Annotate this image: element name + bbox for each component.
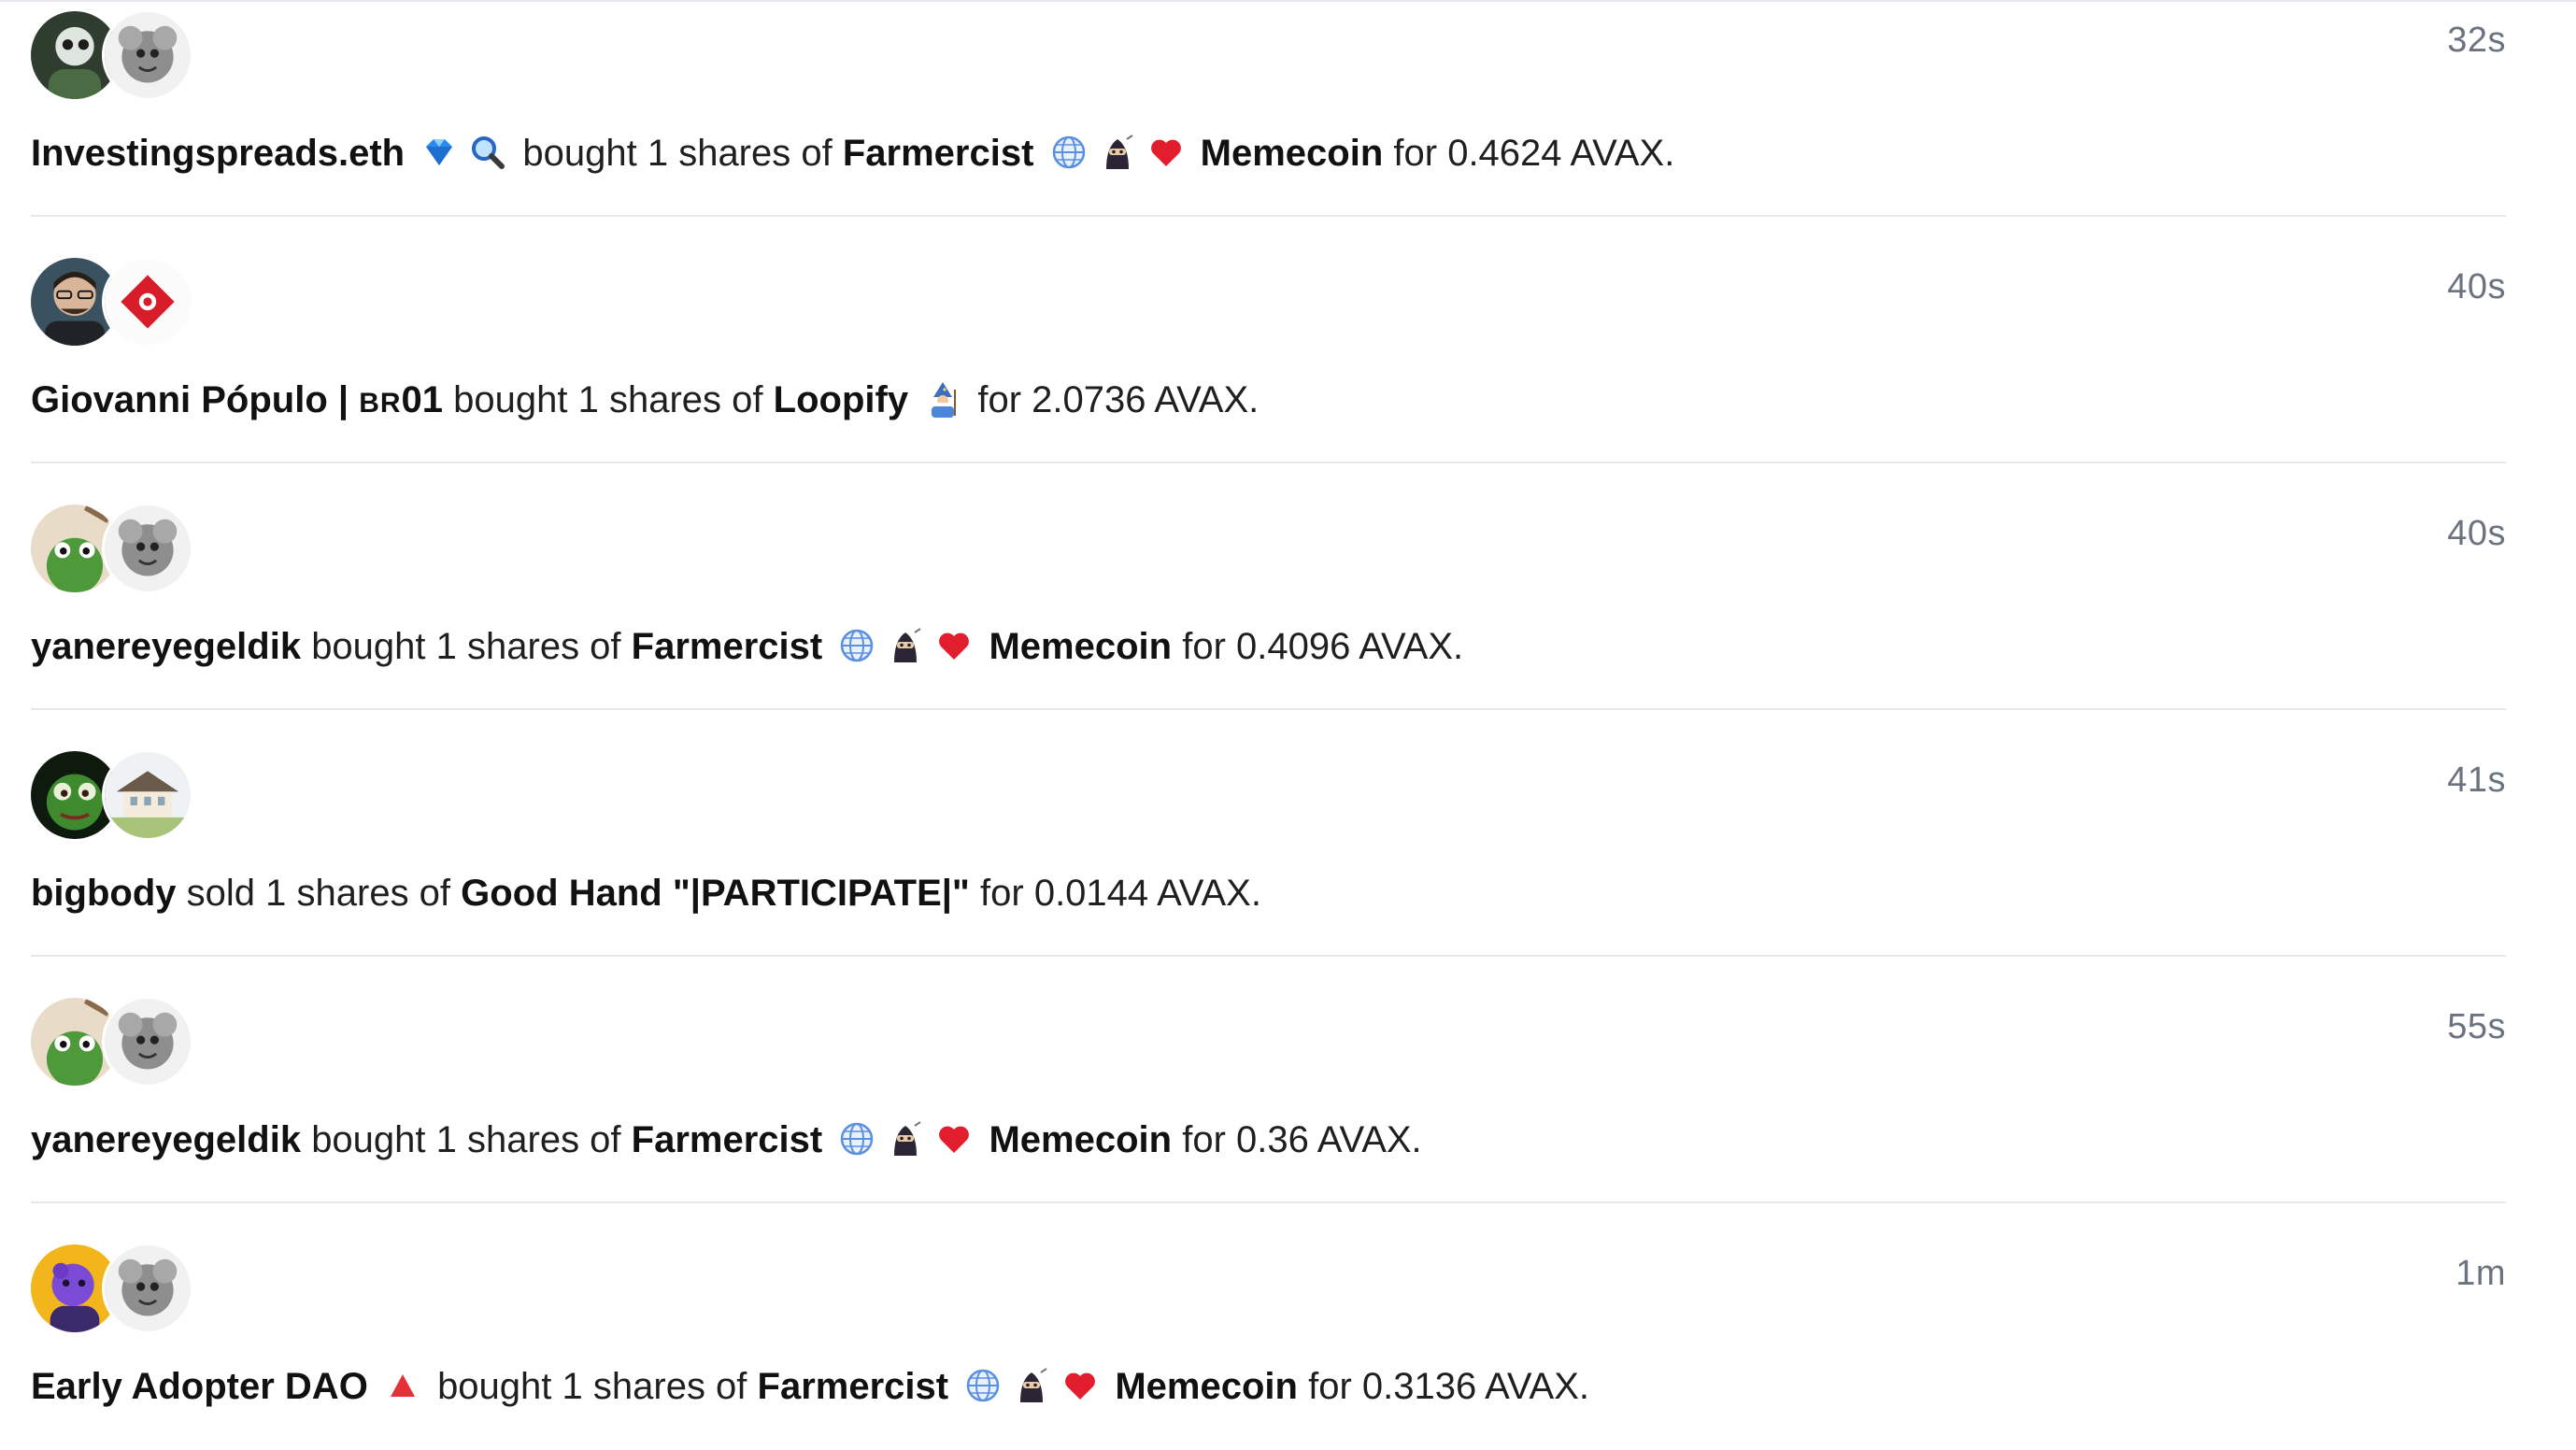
user-name-suffix: 01 bbox=[401, 379, 444, 420]
avatar-pair bbox=[31, 256, 193, 348]
subject-avatar[interactable] bbox=[102, 996, 193, 1088]
diamond-icon bbox=[420, 134, 458, 171]
subject-name-link[interactable]: Farmercist bbox=[843, 133, 1034, 174]
user-name-link[interactable]: Investingspreads.eth bbox=[31, 133, 405, 174]
subject-name-link[interactable]: Loopify bbox=[774, 379, 908, 420]
timestamp: 41s bbox=[2447, 761, 2506, 800]
subject-avatar[interactable] bbox=[102, 1243, 193, 1334]
subject-name-link[interactable]: Memecoin bbox=[989, 1119, 1172, 1160]
activity-text: bigbody sold 1 shares of Good Hand "|PAR… bbox=[31, 865, 1261, 921]
user-name-link[interactable]: yanereyegeldik bbox=[31, 1119, 301, 1160]
subject-name-link[interactable]: Good Hand "|PARTICIPATE|" bbox=[461, 873, 970, 914]
heart-icon bbox=[1061, 1367, 1099, 1404]
magnifier-icon bbox=[469, 134, 506, 171]
subject-avatar[interactable] bbox=[102, 9, 193, 101]
timestamp: 55s bbox=[2447, 1007, 2506, 1046]
heart-icon bbox=[935, 627, 973, 664]
subject-avatar[interactable] bbox=[102, 749, 193, 841]
ninja-icon bbox=[887, 1120, 924, 1158]
activity-text: Early Adopter DAO bought 1 shares of Far… bbox=[31, 1358, 1589, 1414]
activity-text: yanereyegeldik bought 1 shares of Farmer… bbox=[31, 618, 1463, 675]
feed-item[interactable]: 40s yanereyegeldik bought 1 shares of Fa… bbox=[31, 463, 2506, 710]
globe-icon bbox=[838, 1120, 875, 1158]
price-text: for 0.4624 AVAX. bbox=[1393, 133, 1675, 174]
subject-avatar[interactable] bbox=[102, 256, 193, 348]
user-name-link[interactable]: Early Adopter DAO bbox=[31, 1366, 368, 1407]
globe-icon bbox=[838, 627, 875, 664]
action-text: bought 1 shares of bbox=[453, 379, 763, 420]
action-text: bought 1 shares of bbox=[437, 1366, 747, 1407]
price-text: for 0.4096 AVAX. bbox=[1182, 626, 1464, 667]
heart-icon bbox=[1147, 134, 1185, 171]
subject-name-link[interactable]: Farmercist bbox=[632, 626, 823, 667]
globe-icon bbox=[964, 1367, 1002, 1404]
user-name-link[interactable]: bigbody bbox=[31, 873, 177, 914]
avatar-pair bbox=[31, 503, 193, 594]
subject-avatar[interactable] bbox=[102, 503, 193, 594]
red-triangle-icon bbox=[384, 1367, 421, 1404]
avatar-pair bbox=[31, 1243, 193, 1334]
globe-icon bbox=[1050, 134, 1088, 171]
subject-name-link[interactable]: Farmercist bbox=[758, 1366, 949, 1407]
action-text: bought 1 shares of bbox=[311, 1119, 621, 1160]
subject-name-link[interactable]: Memecoin bbox=[989, 626, 1172, 667]
price-text: for 0.0144 AVAX. bbox=[980, 873, 1261, 914]
price-text: for 0.36 AVAX. bbox=[1182, 1119, 1422, 1160]
action-text: sold 1 shares of bbox=[186, 873, 451, 914]
timestamp: 1m bbox=[2455, 1254, 2506, 1293]
user-name-link[interactable]: yanereyegeldik bbox=[31, 626, 301, 667]
timestamp: 40s bbox=[2447, 267, 2506, 306]
timestamp: 40s bbox=[2447, 514, 2506, 553]
activity-feed: 32s Investingspreads.eth bought 1 shares… bbox=[31, 0, 2506, 1450]
action-text: bought 1 shares of bbox=[311, 626, 621, 667]
avatar-pair bbox=[31, 9, 193, 101]
ninja-icon bbox=[1013, 1367, 1050, 1404]
activity-text: Investingspreads.eth bought 1 shares of … bbox=[31, 125, 1674, 181]
subject-name-link[interactable]: Memecoin bbox=[1201, 133, 1384, 174]
feed-item[interactable]: 40s Giovanni Pópulo | BR01 bought 1 shar… bbox=[31, 217, 2506, 463]
feed-item[interactable]: 32s Investingspreads.eth bought 1 shares… bbox=[31, 0, 2506, 217]
heart-icon bbox=[935, 1120, 973, 1158]
user-name-smallcaps: BR bbox=[359, 388, 402, 419]
feed-item[interactable]: 55s yanereyegeldik bought 1 shares of Fa… bbox=[31, 957, 2506, 1203]
feed-item[interactable]: 1m Early Adopter DAO bought 1 shares of … bbox=[31, 1203, 2506, 1450]
timestamp: 32s bbox=[2447, 21, 2506, 60]
wizard-icon bbox=[924, 380, 961, 419]
action-text: bought 1 shares of bbox=[522, 133, 833, 174]
feed-item[interactable]: 41s bigbody sold 1 shares of Good Hand "… bbox=[31, 710, 2506, 957]
price-text: for 0.3136 AVAX. bbox=[1308, 1366, 1590, 1407]
avatar-pair bbox=[31, 749, 193, 841]
subject-name-link[interactable]: Farmercist bbox=[632, 1119, 823, 1160]
ninja-icon bbox=[1099, 134, 1136, 171]
activity-text: Giovanni Pópulo | BR01 bought 1 shares o… bbox=[31, 372, 1259, 432]
user-name: Giovanni Pópulo | bbox=[31, 379, 360, 420]
subject-name-link[interactable]: Memecoin bbox=[1115, 1366, 1298, 1407]
price-text: for 2.0736 AVAX. bbox=[977, 379, 1260, 420]
ninja-icon bbox=[887, 627, 924, 664]
activity-text: yanereyegeldik bought 1 shares of Farmer… bbox=[31, 1112, 1422, 1168]
user-name-link[interactable]: Giovanni Pópulo | BR01 bbox=[31, 379, 443, 420]
avatar-pair bbox=[31, 996, 193, 1088]
